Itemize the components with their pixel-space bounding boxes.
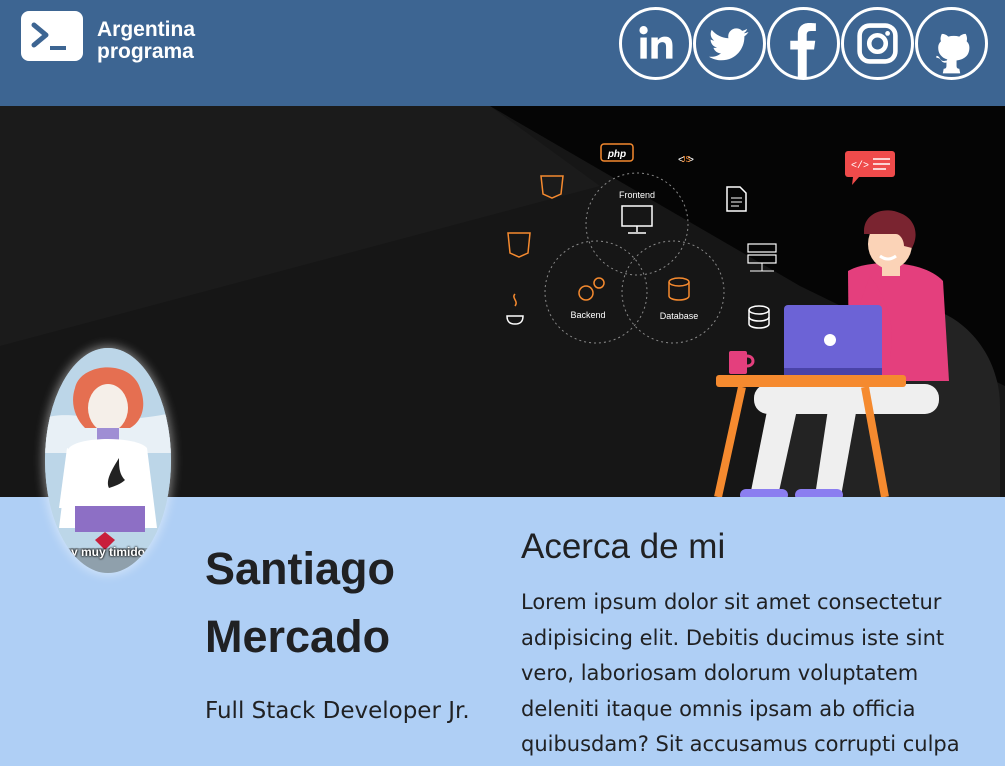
profile-first-name: Santiago (205, 543, 396, 594)
profile-role: Full Stack Developer Jr. (205, 698, 470, 724)
brand-line1: Argentina (97, 18, 196, 41)
linkedin-icon[interactable] (619, 7, 692, 80)
profile-avatar: y muy timido (45, 348, 171, 573)
svg-text:</>: </> (851, 160, 869, 172)
js-label: JS (681, 155, 690, 164)
facebook-icon[interactable] (767, 7, 840, 80)
twitter-icon[interactable] (693, 7, 766, 80)
backend-label: Backend (570, 310, 605, 320)
laptop (784, 305, 882, 375)
site-header: Argentina programa (0, 0, 1005, 106)
profile-last-name: Mercado (205, 611, 391, 662)
about-title: Acerca de mi (521, 527, 726, 566)
about-text: Lorem ipsum dolor sit amet consectetur a… (521, 590, 960, 757)
php-label: php (607, 149, 626, 160)
code-bubble-icon: </> (845, 151, 895, 185)
database-label: Database (660, 311, 699, 321)
github-icon[interactable] (915, 7, 988, 80)
terminal-prompt-icon[interactable] (21, 11, 83, 61)
avatar-caption: y muy timido (70, 545, 145, 559)
instagram-icon[interactable] (841, 7, 914, 80)
brand-line2: programa (97, 40, 194, 63)
profile-name: Santiago Mercado (205, 535, 495, 671)
document-icon (726, 186, 747, 212)
brand-name[interactable]: Argentina programa (97, 19, 195, 63)
frontend-label: Frontend (619, 190, 655, 200)
